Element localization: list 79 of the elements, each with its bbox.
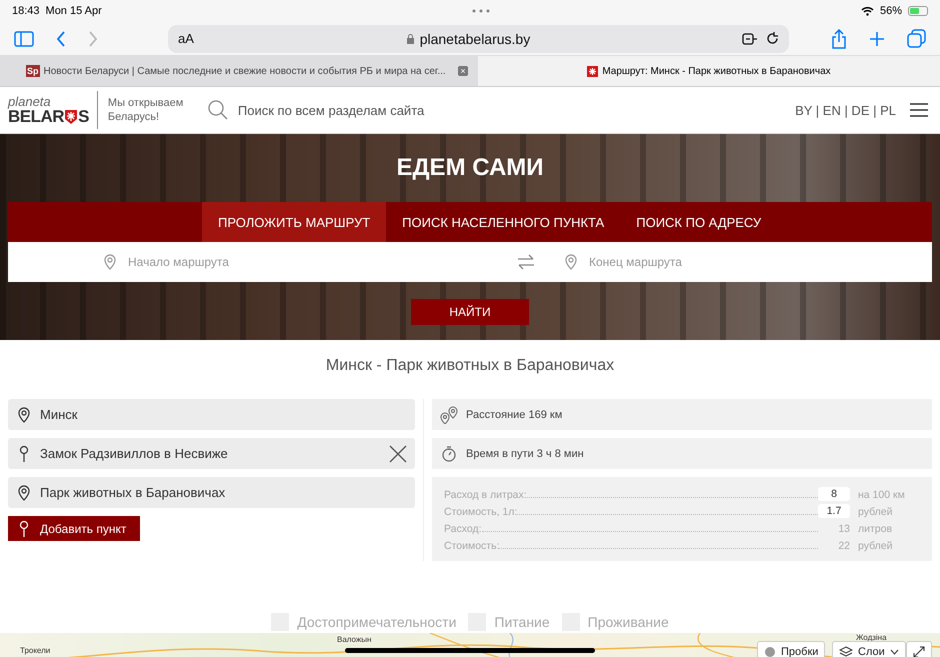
share-icon[interactable] xyxy=(831,28,847,48)
layers-icon xyxy=(839,646,853,657)
search-icon[interactable] xyxy=(208,100,228,120)
route-point-field[interactable]: Замок Радзивиллов в Несвиже xyxy=(8,438,415,469)
traffic-button[interactable]: Пробки xyxy=(757,641,826,657)
date: Mon 15 Apr xyxy=(46,5,102,17)
fuel-input-field[interactable]: 1.7 xyxy=(818,504,850,518)
language-switcher[interactable]: BY | EN | DE | PL xyxy=(795,102,896,118)
address-bar[interactable]: aA planetabelarus.by xyxy=(168,24,789,52)
wifi-icon xyxy=(860,6,874,16)
pin-icon xyxy=(563,253,579,271)
route-tab[interactable]: ПОИСК НАСЕЛЕННОГО ПУНКТА xyxy=(386,202,620,242)
fuel-unit: рублей xyxy=(857,506,894,518)
swap-arrows-icon[interactable] xyxy=(517,254,535,270)
fuel-unit: на 100 км xyxy=(857,489,906,501)
fuel-unit: рублей xyxy=(857,540,894,552)
tagline: Мы открываем Беларусь! xyxy=(108,96,184,124)
route-title: Минск - Парк животных в Барановичах xyxy=(324,356,616,376)
logo-text: BELAR xyxy=(8,108,64,125)
filter-label: Проживание xyxy=(588,614,669,630)
route-stat: Расстояние 169 км xyxy=(466,408,562,420)
caret-icon xyxy=(890,649,899,655)
logo-text: S xyxy=(78,108,89,125)
search-field[interactable]: Поиск по всем разделам сайта xyxy=(238,102,424,118)
browser-tab[interactable]: Sp Новости Беларуси | Самые последние и свежие новости и события РБ и мира на сег... × xyxy=(0,56,478,86)
map-place-label: Трокели xyxy=(20,646,50,655)
fuel-result: 22 xyxy=(837,540,850,552)
stopwatch-icon xyxy=(440,444,458,462)
battery-percent: 56% xyxy=(880,5,902,17)
route-point-field[interactable]: Парк животных в Барановичах xyxy=(8,477,415,508)
route-point-text: Замок Радзивиллов в Несвиже xyxy=(40,446,228,461)
reader-icon[interactable] xyxy=(742,32,758,44)
two-pins-icon xyxy=(440,406,458,424)
fuel-input-field[interactable]: 8 xyxy=(818,487,850,501)
route-point-text: Парк животных в Барановичах xyxy=(40,485,226,500)
layers-button[interactable]: Слои xyxy=(832,641,906,657)
tabs-icon[interactable] xyxy=(907,29,926,48)
filter-label: Достопримечательности xyxy=(297,614,456,630)
lock-icon xyxy=(406,33,415,44)
fuel-label: Стоимость, 1л: xyxy=(444,506,518,518)
battery-icon xyxy=(908,6,928,16)
filter-label: Питание xyxy=(494,614,550,630)
fuel-label: Расход в литрах: xyxy=(444,489,527,501)
route-point-text: Минск xyxy=(40,407,78,422)
text-size-button[interactable]: aA xyxy=(178,31,194,46)
fullscreen-button[interactable] xyxy=(906,641,932,657)
clock-time: 18:43 xyxy=(12,5,40,17)
add-point-button[interactable]: Добавить пункт xyxy=(8,516,140,541)
route-point-field[interactable]: Минск xyxy=(8,399,415,430)
url-text: planetabelarus.by xyxy=(420,30,530,46)
sidebar-icon[interactable] xyxy=(14,30,34,46)
close-icon[interactable] xyxy=(389,444,407,462)
page-heading: ЕДЕМ САМИ xyxy=(395,153,545,183)
route-stat: Время в пути 3 ч 8 мин xyxy=(466,448,584,460)
tab-title: Новости Беларуси | Самые последние и свежие новости и события РБ и мира на сег... xyxy=(44,66,446,76)
find-button[interactable]: НАЙТИ xyxy=(411,299,529,325)
flower-icon xyxy=(64,108,78,124)
map-place-label: Валожын xyxy=(337,635,372,644)
pin-icon xyxy=(16,406,32,424)
route-tab[interactable]: ПОИСК ПО АДРЕСУ xyxy=(620,202,778,242)
back-icon[interactable] xyxy=(56,30,66,46)
multitasking-dots-icon xyxy=(471,9,492,13)
favicon: Sp xyxy=(26,65,40,77)
reload-icon[interactable] xyxy=(766,32,779,45)
browser-tab[interactable]: Маршрут: Минск - Парк животных в Барановичах xyxy=(478,56,940,86)
fuel-label: Стоимость: xyxy=(444,540,500,552)
fuel-label: Расход: xyxy=(444,523,482,535)
expand-icon xyxy=(913,646,925,657)
fuel-unit: литров xyxy=(857,523,894,535)
pin-icon xyxy=(102,253,118,271)
fuel-result: 13 xyxy=(837,523,850,535)
pin-icon xyxy=(16,484,32,502)
logo-text: planeta xyxy=(8,95,52,108)
route-tab[interactable]: ПРОЛОЖИТЬ МАРШРУТ xyxy=(202,202,386,242)
tab-title: Маршрут: Минск - Парк животных в Барановичах xyxy=(602,66,831,76)
menu-icon[interactable] xyxy=(910,103,928,117)
flower-icon xyxy=(587,66,598,76)
tab-close-button[interactable]: × xyxy=(458,66,468,76)
new-tab-icon[interactable] xyxy=(869,30,885,46)
